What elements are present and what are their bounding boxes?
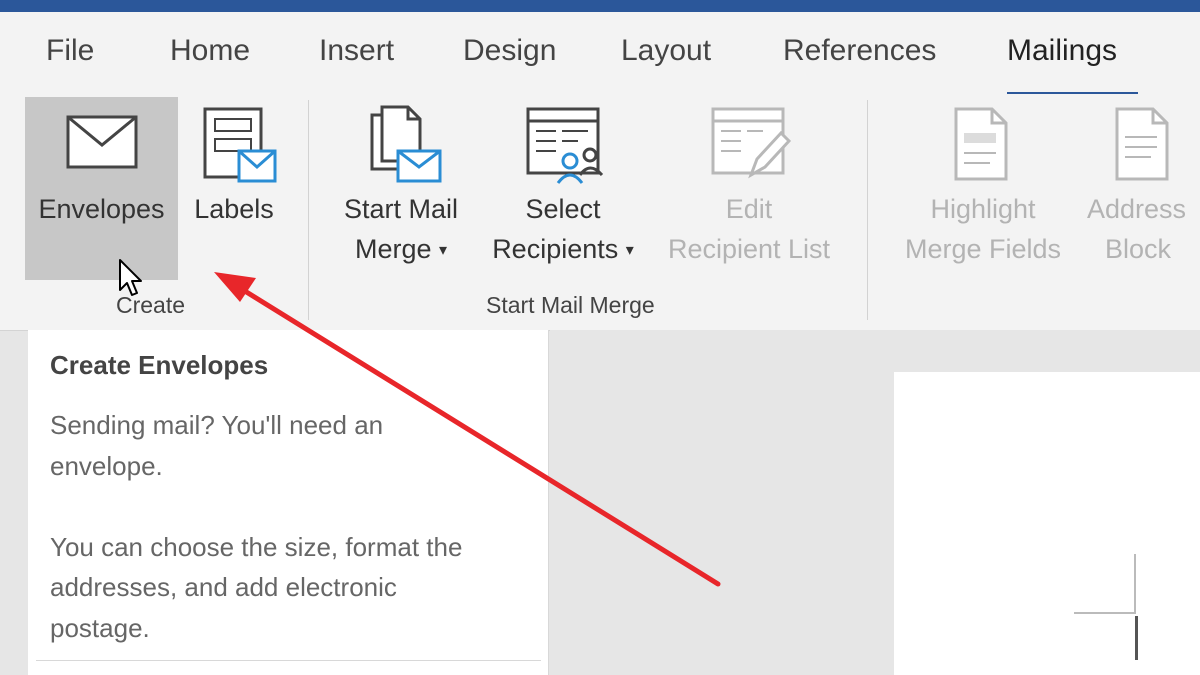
tooltip-title: Create Envelopes [50, 350, 269, 380]
title-bar [0, 0, 1200, 12]
address-block-button[interactable]: Address Block [1085, 97, 1200, 280]
group-separator [867, 100, 868, 320]
create-group-label: Create [116, 292, 186, 318]
tab-file[interactable]: File [46, 34, 94, 68]
select-recipients-line2: Recipients [492, 234, 619, 264]
tooltip-text-line: envelope. [50, 451, 163, 481]
highlight-merge-fields-button[interactable]: Highlight Merge Fields [890, 97, 1076, 280]
document-page[interactable] [894, 372, 1200, 675]
chevron-down-icon: ▾ [439, 241, 448, 259]
labels-button[interactable]: Labels [185, 97, 283, 280]
edit-recipient-list-icon [711, 107, 791, 179]
highlight-merge-fields-line2: Merge Fields [904, 234, 1062, 264]
tab-home[interactable]: Home [170, 34, 250, 68]
envelopes-label: Envelopes [38, 194, 165, 224]
edit-recipient-list-line1: Edit [725, 194, 773, 224]
address-block-line2: Block [1105, 234, 1172, 264]
envelope-icon [66, 115, 138, 169]
tooltip-text-line: You can choose the size, format the [50, 532, 463, 562]
tooltip-text-line: Sending mail? You'll need an [50, 410, 384, 440]
ribbon-tab-bar: File Home Insert Design Layout Reference… [0, 12, 1200, 96]
tooltip-create-envelopes: Create Envelopes Sending mail? You'll ne… [28, 330, 549, 675]
highlight-merge-fields-icon [954, 107, 1008, 181]
start-mail-merge-line1: Start Mail [343, 194, 459, 224]
highlight-merge-fields-line1: Highlight [930, 194, 1036, 224]
select-recipients-icon [526, 107, 604, 184]
tab-insert[interactable]: Insert [319, 34, 394, 68]
start-mail-merge-group-label: Start Mail Merge [486, 292, 655, 318]
tab-layout[interactable]: Layout [621, 34, 711, 68]
margin-corner-mark [1134, 554, 1136, 612]
tab-references[interactable]: References [783, 34, 936, 68]
address-block-icon [1115, 107, 1169, 181]
start-mail-merge-button[interactable]: Start Mail Merge ▾ [330, 97, 472, 280]
tab-mailings[interactable]: Mailings [1007, 34, 1117, 68]
envelopes-button[interactable]: Envelopes [25, 97, 178, 280]
tooltip-text-line: addresses, and add electronic [50, 572, 397, 602]
select-recipients-button[interactable]: Select Recipients ▾ [482, 97, 644, 280]
labels-icon [203, 107, 277, 183]
tab-design[interactable]: Design [463, 34, 556, 68]
margin-corner-mark [1074, 612, 1136, 614]
tooltip-divider [36, 660, 541, 661]
group-separator [308, 100, 309, 320]
edit-recipient-list-button[interactable]: Edit Recipient List [655, 97, 843, 280]
tooltip-text-line: postage. [50, 613, 150, 643]
text-cursor [1135, 616, 1138, 660]
edit-recipient-list-line2: Recipient List [667, 234, 831, 264]
chevron-down-icon: ▾ [625, 241, 634, 259]
start-mail-merge-icon [370, 105, 442, 183]
address-block-line1: Address [1087, 194, 1187, 224]
select-recipients-line1: Select [525, 194, 601, 224]
start-mail-merge-line2: Merge [354, 234, 432, 264]
labels-label: Labels [194, 194, 274, 224]
